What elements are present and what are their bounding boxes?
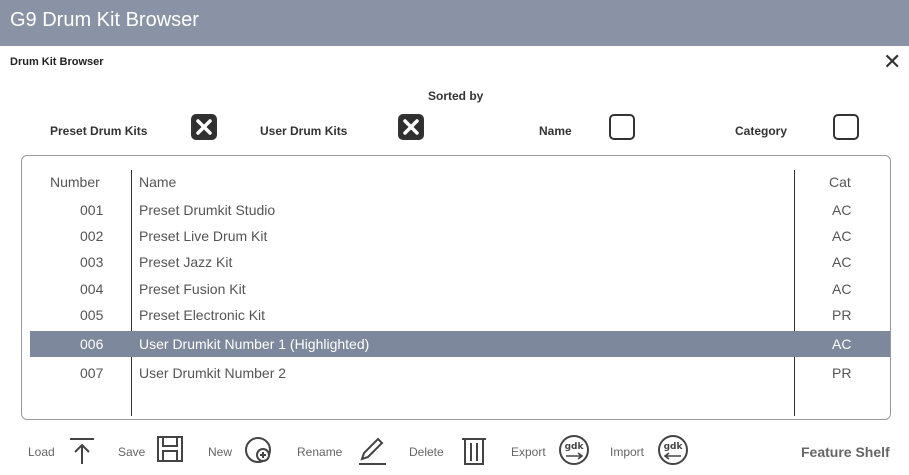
cell-name: User Drumkit Number 1 (Highlighted) xyxy=(139,336,370,352)
table-row[interactable]: 004 Preset Fusion Kit AC xyxy=(30,276,890,302)
sort-category-label: Category xyxy=(735,124,788,138)
import-label[interactable]: Import xyxy=(610,445,644,459)
title-bar: G9 Drum Kit Browser xyxy=(0,0,909,46)
cell-number: 005 xyxy=(80,307,104,323)
cell-number: 002 xyxy=(80,228,104,244)
cell-cat: AC xyxy=(832,228,852,244)
import-icon[interactable]: gdk xyxy=(657,434,689,466)
table-row[interactable]: 003 Preset Jazz Kit AC xyxy=(30,249,890,275)
gdk-text: gdk xyxy=(664,442,684,452)
export-icon[interactable]: gdk xyxy=(558,434,590,466)
column-header-cat[interactable]: Cat xyxy=(829,174,851,190)
cell-cat: AC xyxy=(832,281,852,297)
sort-name-checkbox[interactable] xyxy=(609,114,635,140)
cell-number: 001 xyxy=(80,202,104,218)
column-header-name[interactable]: Name xyxy=(139,174,176,190)
cell-name: Preset Electronic Kit xyxy=(139,307,266,323)
feature-shelf-button[interactable]: Feature Shelf xyxy=(801,444,890,460)
load-label[interactable]: Load xyxy=(28,445,55,459)
cell-cat: AC xyxy=(832,336,852,352)
table-row[interactable]: 007 User Drumkit Number 2 PR xyxy=(30,360,890,386)
rename-label[interactable]: Rename xyxy=(297,445,342,459)
cell-name: Preset Live Drum Kit xyxy=(139,228,268,244)
cell-number: 004 xyxy=(80,281,104,297)
cell-cat: PR xyxy=(832,365,852,381)
user-drum-kits-label: User Drum Kits xyxy=(260,124,348,138)
cell-cat: PR xyxy=(832,307,852,323)
cell-name: User Drumkit Number 2 xyxy=(139,365,287,381)
cell-number: 003 xyxy=(80,254,104,270)
cell-cat: AC xyxy=(832,254,852,270)
cell-name: Preset Fusion Kit xyxy=(139,281,246,297)
export-label[interactable]: Export xyxy=(511,445,546,459)
cell-name: Preset Jazz Kit xyxy=(139,254,233,270)
sort-category-checkbox[interactable] xyxy=(833,114,859,140)
cell-cat: AC xyxy=(832,202,852,218)
table-row[interactable]: 001 Preset Drumkit Studio AC xyxy=(30,197,890,223)
cell-name: Preset Drumkit Studio xyxy=(139,202,276,218)
bottom-toolbar: Load Save New Rename Delete Export gdk I… xyxy=(0,434,909,470)
close-icon[interactable]: ✕ xyxy=(883,52,901,74)
dialog-title: Drum Kit Browser xyxy=(10,56,104,68)
x-mark-icon xyxy=(196,119,212,135)
pencil-icon[interactable] xyxy=(356,434,388,466)
sort-name-label: Name xyxy=(539,124,572,138)
trash-icon[interactable] xyxy=(459,434,489,466)
drum-kit-list[interactable]: Number Name Cat 001 Preset Drumkit Studi… xyxy=(21,155,891,420)
cell-number: 007 xyxy=(80,365,104,381)
cell-number: 006 xyxy=(80,336,104,352)
window-title: G9 Drum Kit Browser xyxy=(10,9,199,31)
column-header-number[interactable]: Number xyxy=(50,174,100,190)
new-icon[interactable] xyxy=(242,434,274,466)
x-mark-icon xyxy=(403,119,419,135)
load-icon[interactable] xyxy=(66,434,98,466)
sorted-by-label: Sorted by xyxy=(428,89,484,103)
save-label[interactable]: Save xyxy=(118,445,145,459)
delete-label[interactable]: Delete xyxy=(409,445,444,459)
table-row[interactable]: 002 Preset Live Drum Kit AC xyxy=(30,223,890,249)
preset-drum-kits-label: Preset Drum Kits xyxy=(50,124,148,138)
table-row[interactable]: 005 Preset Electronic Kit PR xyxy=(30,302,890,328)
gdk-text: gdk xyxy=(565,442,585,452)
save-icon[interactable] xyxy=(155,434,185,464)
new-label[interactable]: New xyxy=(208,445,232,459)
table-row-selected[interactable]: 006 User Drumkit Number 1 (Highlighted) … xyxy=(30,331,890,357)
preset-drum-kits-checkbox[interactable] xyxy=(191,114,217,140)
user-drum-kits-checkbox[interactable] xyxy=(398,114,424,140)
